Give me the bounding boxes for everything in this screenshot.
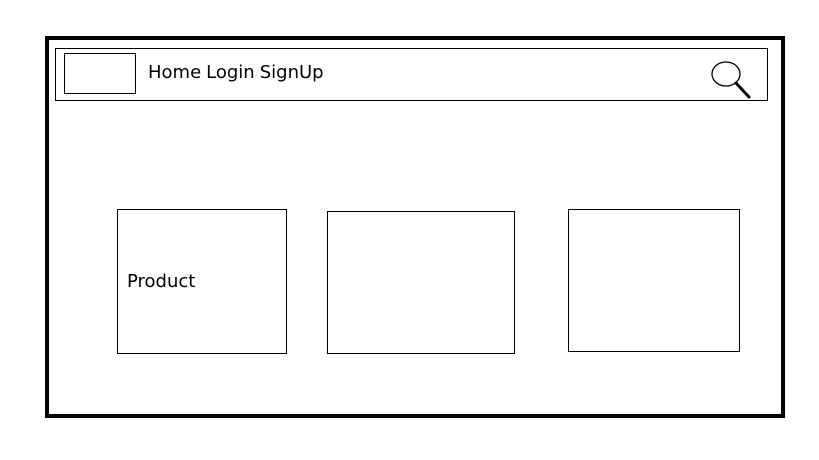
product-card[interactable]: Product <box>117 209 287 354</box>
nav-login-link[interactable]: Login <box>206 61 255 85</box>
product-card[interactable] <box>327 211 515 354</box>
product-label: Product <box>127 271 196 292</box>
nav-signup-link[interactable]: SignUp <box>260 61 324 85</box>
nav-home-link[interactable]: Home <box>148 61 201 85</box>
nav-links: Home Login SignUp <box>148 61 324 85</box>
product-card[interactable] <box>568 209 740 352</box>
page: Home Login SignUp Product <box>0 0 819 460</box>
logo-placeholder[interactable] <box>64 53 136 94</box>
search-icon[interactable] <box>709 59 753 101</box>
